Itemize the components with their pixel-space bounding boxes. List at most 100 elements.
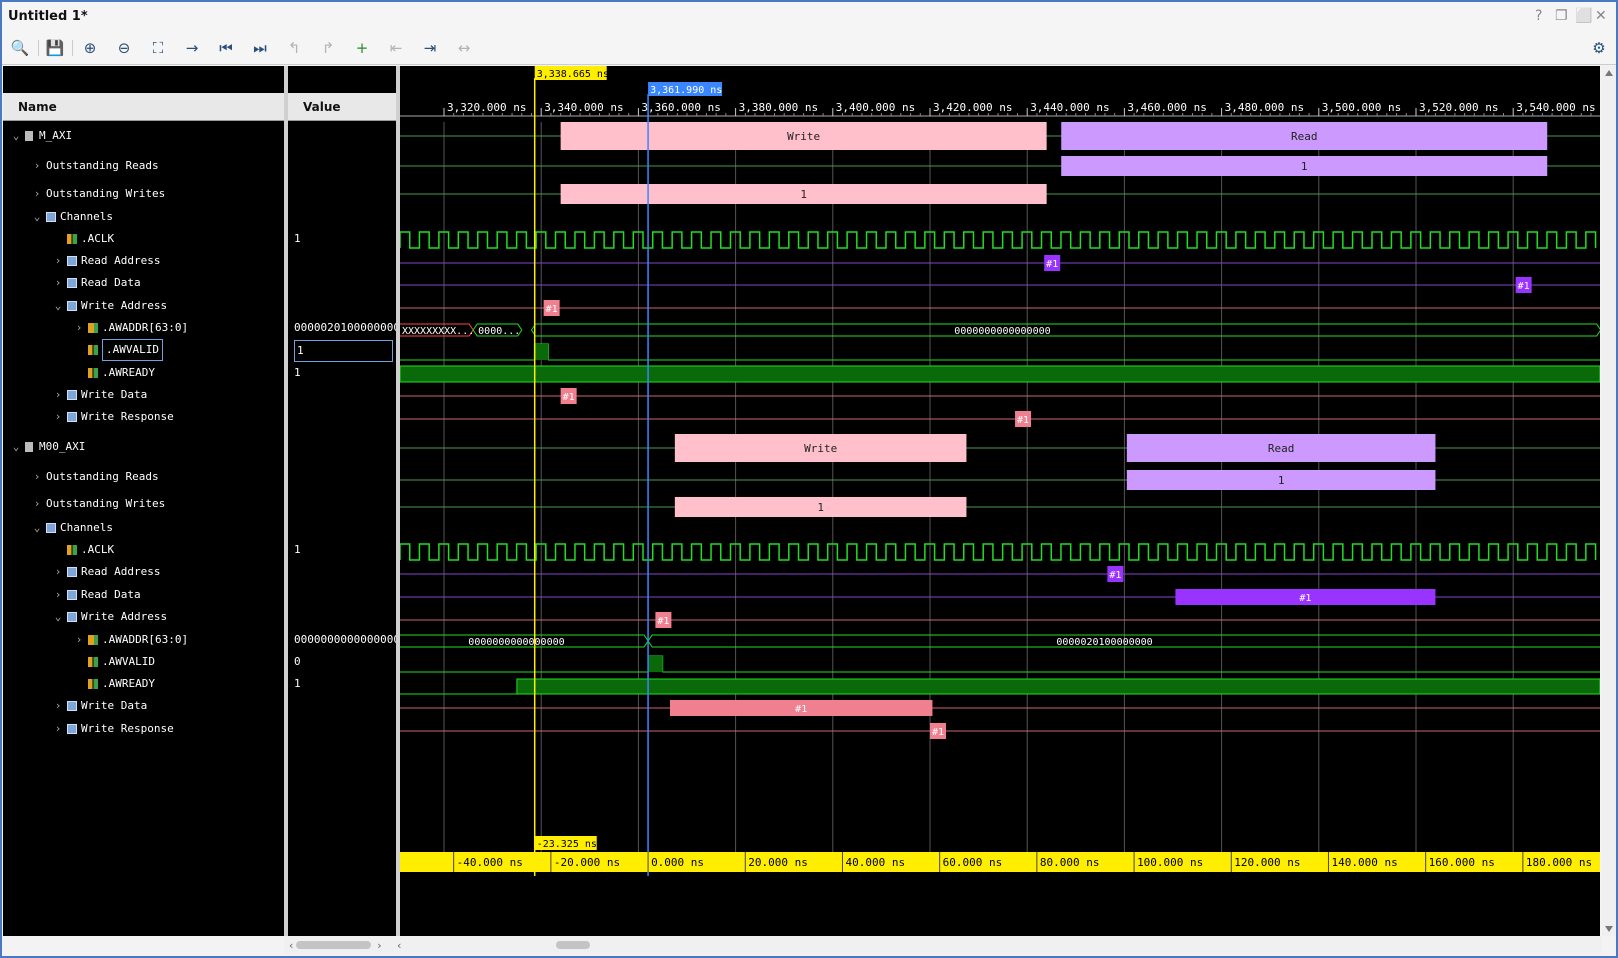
event-marker-label: #1 [1518, 281, 1530, 292]
expand-chevron-icon[interactable]: › [32, 467, 42, 487]
search-icon[interactable]: 🔍 [9, 37, 31, 59]
transaction-label: Write [787, 130, 820, 143]
collapse-chevron-icon[interactable]: ⌄ [11, 126, 21, 146]
signal-row[interactable]: .AWVALID [3, 652, 284, 672]
signal-row[interactable]: .AWREADY [3, 363, 284, 383]
signal-name-label: .ACLK [81, 232, 115, 245]
signal-row[interactable]: › .AWADDR[63:0] [3, 630, 284, 650]
swap-cursors-icon[interactable]: ↔ [453, 37, 475, 59]
relative-ruler-label: 0.000 ns [651, 856, 704, 869]
expand-chevron-icon[interactable]: › [53, 385, 63, 405]
previous-transition-icon[interactable]: ↰ [283, 37, 305, 59]
signal-row[interactable]: › Outstanding Writes [3, 184, 284, 204]
go-to-last-time-icon[interactable]: ⏭ [249, 37, 271, 59]
signal-name-label: Channels [60, 521, 113, 534]
bus-value: 0000... [478, 326, 520, 337]
signal-row[interactable]: › Outstanding Reads [3, 156, 284, 176]
expand-chevron-icon[interactable]: › [32, 184, 42, 204]
bus-segment [530, 323, 1600, 337]
waveform-canvas[interactable]: 3,320.000 ns 3,340.000 ns 3,360.000 ns 3,38… [400, 66, 1600, 936]
collapse-chevron-icon[interactable]: ⌄ [32, 518, 42, 538]
add-marker-icon[interactable]: + [351, 37, 373, 59]
close-icon[interactable]: ✕ [1595, 8, 1607, 24]
next-marker-icon[interactable]: ⇥ [419, 37, 441, 59]
interface-icon [25, 131, 33, 141]
signal-row[interactable]: ⌄ M_AXI [3, 126, 284, 146]
expand-chevron-icon[interactable]: › [53, 696, 63, 716]
signal-group-icon [67, 390, 77, 400]
signal-name-label: M_AXI [39, 129, 73, 142]
zoom-in-icon[interactable]: ⊕ [79, 37, 101, 59]
next-transition-icon[interactable]: ↱ [317, 37, 339, 59]
go-to-cursor-icon[interactable]: → [181, 37, 203, 59]
signal-group-icon [67, 412, 77, 422]
signal-group-icon [67, 701, 77, 711]
collapse-chevron-icon[interactable]: ⌄ [53, 296, 63, 316]
signal-name-label: Outstanding Writes [46, 187, 166, 200]
vertical-scrollbar[interactable] [1602, 66, 1616, 936]
collapse-chevron-icon[interactable]: ⌄ [32, 207, 42, 227]
save-icon[interactable]: 💾 [44, 37, 66, 59]
ruler-tick-label: 3,420.000 ns [933, 101, 1012, 114]
signal-row[interactable]: › Write Data [3, 696, 284, 716]
signal-group-icon [67, 590, 77, 600]
signal-row[interactable]: › Read Data [3, 585, 284, 605]
maximize-icon[interactable]: ⬜ [1575, 8, 1592, 24]
signal-row[interactable]: › Outstanding Writes [3, 494, 284, 514]
expand-chevron-icon[interactable]: › [53, 585, 63, 605]
signal-value: 1 [294, 366, 301, 379]
zoom-out-icon[interactable]: ⊖ [113, 37, 135, 59]
event-marker-label: #1 [657, 616, 669, 627]
expand-chevron-icon[interactable]: › [74, 630, 84, 650]
signal-row[interactable]: › Outstanding Reads [3, 467, 284, 487]
signal-row[interactable]: .AWREADY [3, 674, 284, 694]
expand-chevron-icon[interactable]: › [53, 251, 63, 271]
signal-icon [88, 345, 98, 355]
awvalid-waveform [400, 655, 1600, 673]
collapse-chevron-icon[interactable]: ⌄ [11, 437, 21, 457]
zoom-fit-icon[interactable]: ⛶ [147, 37, 169, 59]
value-column-header[interactable]: Value [288, 93, 396, 121]
transaction-label: #1 [1299, 593, 1311, 604]
signal-row[interactable]: › Write Data [3, 385, 284, 405]
signal-row[interactable]: ⌄ Channels [3, 518, 284, 538]
signal-row[interactable]: › Write Response [3, 719, 284, 739]
ruler-tick-label: 3,340.000 ns [544, 101, 623, 114]
expand-chevron-icon[interactable]: › [53, 273, 63, 293]
signal-row[interactable]: ⌄ M00_AXI [3, 437, 284, 457]
bus-signal-icon [88, 323, 98, 333]
help-icon[interactable]: ? [1535, 8, 1542, 24]
horizontal-scrollbar[interactable]: ‹ › ‹ [284, 936, 1602, 954]
signal-row[interactable]: › Write Response [3, 407, 284, 427]
signal-row[interactable]: .ACLK [3, 540, 284, 560]
settings-gear-icon[interactable]: ⚙ [1588, 37, 1610, 59]
signal-row[interactable]: › Read Data [3, 273, 284, 293]
previous-marker-icon[interactable]: ⇤ [385, 37, 407, 59]
signal-row[interactable]: ⌄ Channels [3, 207, 284, 227]
signal-row[interactable]: ⌄ Write Address [3, 296, 284, 316]
ruler-tick-label: 3,440.000 ns [1030, 101, 1109, 114]
signal-row[interactable]: › Read Address [3, 251, 284, 271]
go-to-time-zero-icon[interactable]: ⏮ [215, 37, 237, 59]
signal-name-label: .AWREADY [102, 366, 155, 379]
signal-row[interactable]: ⌄ Write Address [3, 607, 284, 627]
collapse-chevron-icon[interactable]: ⌄ [53, 607, 63, 627]
expand-chevron-icon[interactable]: › [53, 562, 63, 582]
signal-row[interactable]: .AWVALID [3, 339, 284, 361]
ruler-tick-label: 3,380.000 ns [739, 101, 818, 114]
event-marker-label: #1 [932, 727, 944, 738]
signal-row[interactable]: .ACLK [3, 229, 284, 249]
expand-chevron-icon[interactable]: › [32, 156, 42, 176]
signal-name-label: Write Address [81, 299, 168, 312]
expand-chevron-icon[interactable]: › [53, 719, 63, 739]
expand-chevron-icon[interactable]: › [74, 318, 84, 338]
restore-icon[interactable]: ❐ [1555, 8, 1568, 24]
ruler-tick-label: 3,500.000 ns [1322, 101, 1401, 114]
signal-row[interactable]: › Read Address [3, 562, 284, 582]
ruler-tick-label: 3,320.000 ns [447, 101, 526, 114]
expand-chevron-icon[interactable]: › [53, 407, 63, 427]
signal-group-icon [67, 724, 77, 734]
name-column-header[interactable]: Name [3, 93, 284, 121]
expand-chevron-icon[interactable]: › [32, 494, 42, 514]
signal-row[interactable]: › .AWADDR[63:0] [3, 318, 284, 338]
